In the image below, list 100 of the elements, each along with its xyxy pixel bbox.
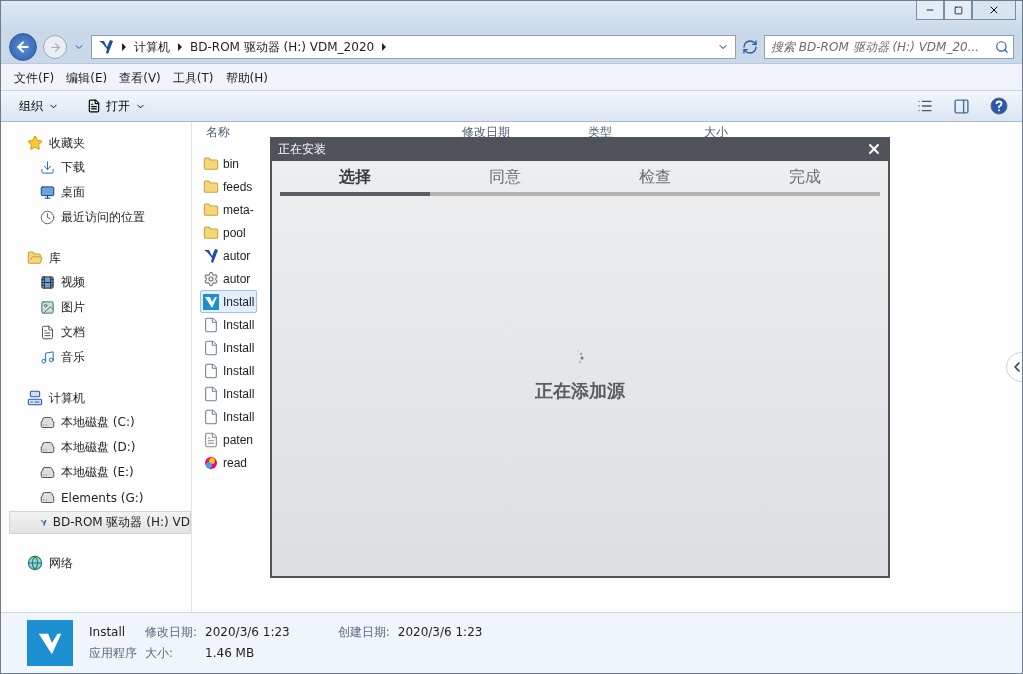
app-icon <box>203 293 219 310</box>
column-header[interactable]: 大小 <box>698 124 778 141</box>
sidebar-item[interactable]: 本地磁盘 (E:) <box>9 461 191 484</box>
sidebar-item[interactable]: 视频 <box>9 271 191 294</box>
forward-arrow-icon <box>48 40 62 54</box>
drive-icon <box>40 440 55 455</box>
folder-icon <box>203 224 219 241</box>
file-icon <box>203 362 219 379</box>
refresh-icon[interactable] <box>742 39 758 55</box>
file-row[interactable]: Install <box>200 290 258 313</box>
toolbar-button[interactable]: 打开 <box>83 95 150 117</box>
minimize-button[interactable] <box>916 1 944 20</box>
field-label: 修改日期: <box>145 624 198 641</box>
menu-item[interactable]: 编辑(E) <box>61 68 113 90</box>
file-row[interactable]: feeds <box>200 175 256 198</box>
file-row[interactable]: autor <box>200 267 254 290</box>
file-icon <box>203 385 219 402</box>
breadcrumb-arrow-icon[interactable] <box>382 43 387 51</box>
field-label: 创建日期: <box>337 624 390 641</box>
field-value: 2020/3/6 1:23 <box>205 625 290 639</box>
menu-item[interactable]: 文件(F) <box>9 68 60 90</box>
text-file-icon <box>203 431 219 448</box>
search-field[interactable]: 搜索 BD-ROM 驱动器 (H:) VDM_20... <box>764 35 1014 59</box>
file-icon <box>203 339 219 356</box>
file-row[interactable]: bin <box>200 152 242 175</box>
star-icon <box>27 135 43 151</box>
sidebar-item[interactable]: Elements (G:) <box>9 486 191 509</box>
sidebar-item[interactable]: 本地磁盘 (C:) <box>9 411 191 434</box>
file-row[interactable]: meta- <box>200 198 257 221</box>
breadcrumb-arrow-icon[interactable] <box>122 43 126 51</box>
file-row[interactable]: pool <box>200 221 249 244</box>
menu-item[interactable]: 查看(V) <box>114 68 166 90</box>
column-header[interactable]: 名称 <box>200 124 456 141</box>
breadcrumb-segment[interactable]: BD-ROM 驱动器 (H:) VDM_2020 <box>190 38 375 56</box>
file-row[interactable]: Install <box>200 405 258 428</box>
sidebar-heading[interactable]: 计算机 <box>49 389 85 407</box>
logo-icon <box>98 39 114 55</box>
file-row[interactable]: autor <box>200 244 254 267</box>
field-value: 2020/3/6 1:23 <box>397 625 483 639</box>
sidebar-item[interactable]: 图片 <box>9 296 191 319</box>
file-type: 应用程序 <box>89 645 137 662</box>
field-value: 1.46 MB <box>205 646 256 660</box>
field-label: 大小: <box>145 645 175 662</box>
maximize-button[interactable] <box>944 1 972 20</box>
folder-icon <box>203 201 219 218</box>
file-row[interactable]: Install <box>200 336 258 359</box>
maximize-icon <box>953 5 963 15</box>
sidebar-heading[interactable]: 库 <box>49 249 61 267</box>
column-header[interactable]: 类型 <box>582 124 698 141</box>
address-field[interactable]: 计算机 BD-ROM 驱动器 (H:) VDM_2020 <box>91 35 736 59</box>
drive-icon <box>40 490 55 505</box>
sidebar-item[interactable]: 文档 <box>9 321 191 344</box>
file-row[interactable]: read <box>200 451 251 474</box>
breadcrumb-arrow-icon[interactable] <box>178 43 182 51</box>
spinner-icon <box>575 349 585 365</box>
file-row[interactable]: paten <box>200 428 257 451</box>
step-label: 完成 <box>788 167 822 188</box>
close-icon[interactable] <box>866 141 882 157</box>
step-label: 同意 <box>488 167 522 188</box>
monitor-icon <box>40 185 55 200</box>
sidebar-item[interactable]: 下载 <box>9 156 191 179</box>
sidebar-heading[interactable]: 网络 <box>49 554 73 572</box>
preview-pane-icon[interactable] <box>953 97 970 115</box>
menu-item[interactable]: 帮助(H) <box>220 68 273 90</box>
computer-icon <box>27 390 43 406</box>
close-icon <box>988 4 1000 16</box>
step-label: 检查 <box>638 167 672 188</box>
file-row[interactable]: Install <box>200 382 258 405</box>
column-header[interactable]: 修改日期 <box>456 124 582 141</box>
search-icon <box>995 40 1009 54</box>
file-icon <box>203 408 219 425</box>
menu-item[interactable]: 工具(T) <box>167 68 219 90</box>
document-icon <box>40 325 55 340</box>
clock-icon <box>40 210 55 225</box>
file-icon <box>203 316 219 333</box>
sidebar-item[interactable]: 本地磁盘 (D:) <box>9 436 191 459</box>
toolbar-button[interactable]: 组织 <box>15 95 63 117</box>
file-row[interactable]: Install <box>200 313 258 336</box>
folder-icon <box>27 250 43 266</box>
sidebar-item[interactable]: 桌面 <box>9 181 191 204</box>
globe-icon <box>27 555 43 571</box>
sidebar-item[interactable]: 音乐 <box>9 346 191 369</box>
download-icon <box>40 160 55 175</box>
app-icon <box>27 620 73 666</box>
step-label: 选择 <box>338 167 372 188</box>
sidebar-item[interactable]: BD-ROM 驱动器 (H:) VD <box>9 511 191 534</box>
folder-icon <box>203 178 219 195</box>
view-options-icon[interactable] <box>917 98 933 114</box>
status-message: 正在添加源 <box>535 379 625 403</box>
folder-icon <box>203 155 219 172</box>
close-button[interactable] <box>972 1 1016 20</box>
picture-icon <box>40 300 55 315</box>
breadcrumb-segment[interactable]: 计算机 <box>134 38 170 56</box>
file-row[interactable]: Install <box>200 359 258 382</box>
sidebar-heading[interactable]: 收藏夹 <box>49 134 85 152</box>
file-name: Install <box>89 625 127 639</box>
help-icon[interactable] <box>990 97 1008 115</box>
dialog-title: 正在安装 <box>278 140 326 158</box>
back-button[interactable] <box>9 33 37 61</box>
sidebar-item[interactable]: 最近访问的位置 <box>9 206 191 229</box>
